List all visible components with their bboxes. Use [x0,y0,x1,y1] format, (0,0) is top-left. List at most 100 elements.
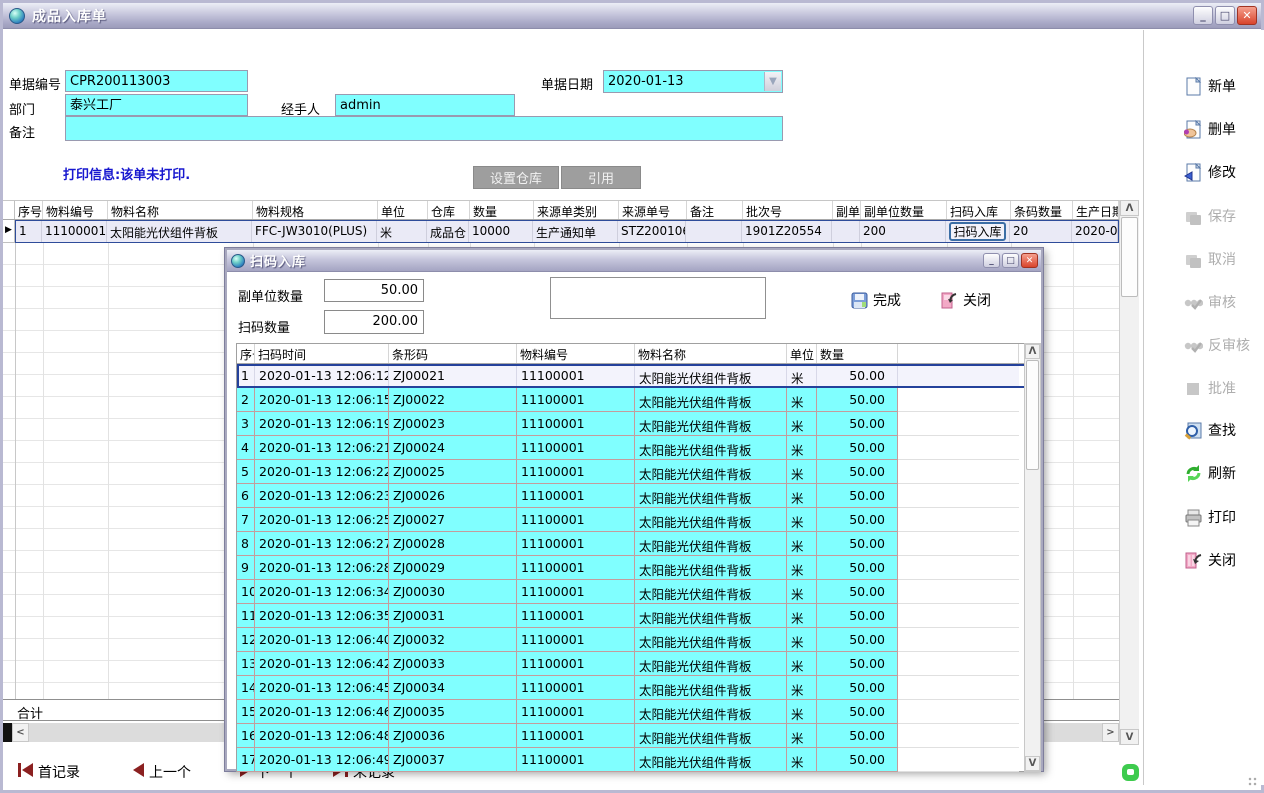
scroll-left-icon[interactable]: < [12,723,29,742]
close-button[interactable]: ✕ [1237,6,1257,25]
scan-inbound-cell-button[interactable]: 扫码入库 [949,222,1006,241]
table-row[interactable]: 52020-01-13 12:06:22ZJ0002511100001太阳能光伏… [237,460,1035,484]
table-row[interactable]: 12020-01-13 12:06:12ZJ0002111100001太阳能光伏… [237,364,1035,388]
cell: 太阳能光伏组件背板 [635,628,787,652]
table-row[interactable]: 142020-01-13 12:06:45ZJ0003411100001太阳能光… [237,676,1035,700]
table-row[interactable]: 92020-01-13 12:06:28ZJ0002911100001太阳能光伏… [237,556,1035,580]
scrollbar-thumb[interactable] [1121,217,1138,297]
cell: 50.00 [817,700,898,724]
cell: ZJ00034 [389,676,517,700]
header-cell[interactable]: 物料编号 [43,201,108,219]
nav-first-record[interactable]: 首记录 [18,762,80,782]
quote-button[interactable]: 引用 [561,166,641,189]
table-row[interactable]: 132020-01-13 12:06:42ZJ0003311100001太阳能光… [237,652,1035,676]
exit-door-icon [940,291,959,310]
barcode-scan-input[interactable] [550,277,766,319]
header-cell[interactable]: 副单位 [833,201,861,219]
dialog-maximize-button[interactable]: □ [1002,253,1019,268]
table-row[interactable]: 22020-01-13 12:06:15ZJ0002211100001太阳能光伏… [237,388,1035,412]
header-cell[interactable]: 物料编号 [517,344,635,363]
header-cell[interactable]: 物料规格 [253,201,378,219]
sub-qty-field[interactable]: 50.00 [324,279,424,302]
header-cell[interactable]: 序号 [237,344,255,363]
header-cell[interactable]: 数量 [817,344,898,363]
cell: 太阳能光伏组件背板 [635,460,787,484]
sidebar-button-3[interactable]: 修改 [1184,160,1236,184]
dialog-close-button[interactable]: ✕ [1021,253,1038,268]
vertical-scrollbar[interactable]: ᐱ ᐯ [1119,200,1139,745]
scan-table: 序号扫码时间条形码物料编号物料名称单位数量 12020-01-13 12:06:… [236,343,1036,772]
header-cell[interactable]: 条形码 [389,344,517,363]
scroll-down-icon[interactable]: ᐯ [1120,729,1139,745]
table-row[interactable]: 162020-01-13 12:06:48ZJ0003611100001太阳能光… [237,724,1035,748]
cell: 50.00 [817,748,898,772]
scrollbar-thumb[interactable] [1026,360,1039,470]
doc-date-combobox[interactable]: 2020-01-13 ▼ [603,70,783,93]
header-cell[interactable]: 条码数量 [1011,201,1073,219]
table-row[interactable]: 82020-01-13 12:06:27ZJ0002811100001太阳能光伏… [237,532,1035,556]
remark-field[interactable] [65,116,783,141]
header-cell[interactable]: 扫码时间 [255,344,389,363]
cell: 米 [787,508,817,532]
dept-field[interactable]: 泰兴工厂 [65,94,248,116]
resize-grip[interactable] [1247,776,1259,788]
finish-button[interactable]: 完成 [850,290,901,310]
doc-date-label: 单据日期 [541,74,593,93]
header-cell[interactable]: 物料名称 [108,201,253,219]
cell: ZJ00037 [389,748,517,772]
table-row[interactable]: ▶ 111100001太阳能光伏组件背板FFC-JW3010(PLUS)米成品仓… [3,220,1119,243]
header-cell[interactable]: 数量 [470,201,534,219]
sidebar-button-12[interactable]: 关闭 [1184,548,1236,572]
scroll-up-icon[interactable]: ᐱ [1025,344,1040,359]
header-cell[interactable]: 备注 [687,201,743,219]
scroll-right-icon[interactable]: > [1102,723,1119,742]
table-row[interactable]: 122020-01-13 12:06:40ZJ0003211100001太阳能光… [237,628,1035,652]
header-cell[interactable]: 副单位数量 [861,201,947,219]
sidebar-button-10[interactable]: 刷新 [1184,461,1236,485]
header-cell[interactable]: 扫码入库 [947,201,1011,219]
header-cell[interactable]: 物料名称 [635,344,787,363]
sidebar-button-9[interactable]: 查找 [1184,418,1236,442]
scan-qty-field[interactable]: 200.00 [324,310,424,334]
cell: 200 [860,221,946,242]
handler-field[interactable]: admin [335,94,515,116]
table-row[interactable]: 172020-01-13 12:06:49ZJ0003711100001太阳能光… [237,748,1035,772]
header-cell[interactable]: 来源单类别 [534,201,619,219]
table-row[interactable]: 72020-01-13 12:06:25ZJ0002711100001太阳能光伏… [237,508,1035,532]
maximize-button[interactable]: □ [1215,6,1235,25]
dialog-vertical-scrollbar[interactable]: ᐱ ᐯ [1024,343,1041,772]
chevron-down-icon[interactable]: ▼ [764,72,781,91]
header-cell[interactable]: 序号 [15,201,43,219]
header-cell[interactable]: 单位 [378,201,428,219]
sidebar-button-2[interactable]: 删单 [1184,117,1236,141]
table-row[interactable]: 62020-01-13 12:06:23ZJ0002611100001太阳能光伏… [237,484,1035,508]
doc-no-field[interactable]: CPR200113003 [65,70,248,92]
table-row[interactable]: 102020-01-13 12:06:34ZJ0003011100001太阳能光… [237,580,1035,604]
header-cell[interactable] [898,344,1019,363]
save-disk-icon [850,291,869,310]
sidebar-button-11[interactable]: 打印 [1184,505,1236,529]
assistant-icon[interactable] [1122,764,1139,781]
table-row[interactable]: 112020-01-13 12:06:35ZJ0003111100001太阳能光… [237,604,1035,628]
header-cell[interactable]: 单位 [787,344,817,363]
dialog-minimize-button[interactable]: _ [983,253,1000,268]
sidebar-button-1[interactable]: 新单 [1184,74,1236,98]
header-cell[interactable]: 仓库 [428,201,470,219]
header-cell[interactable]: 来源单号 [619,201,687,219]
sidebar-button-7: 反审核 [1184,333,1250,357]
table-row[interactable]: 42020-01-13 12:06:21ZJ0002411100001太阳能光伏… [237,436,1035,460]
scroll-down-icon[interactable]: ᐯ [1025,756,1040,771]
header-cell[interactable]: 生产日期 [1073,201,1119,219]
cell: 米 [787,748,817,772]
set-warehouse-button[interactable]: 设置仓库 [473,166,559,189]
cell: 2020-01-13 12:06:28 [255,556,389,580]
scroll-up-icon[interactable]: ᐱ [1120,200,1139,216]
nav-previous[interactable]: 上一个 [133,762,191,782]
cell: 50.00 [817,436,898,460]
dialog-close-action-button[interactable]: 关闭 [940,290,991,310]
table-row[interactable]: 32020-01-13 12:06:19ZJ0002311100001太阳能光伏… [237,412,1035,436]
table-row[interactable]: 152020-01-13 12:06:46ZJ0003511100001太阳能光… [237,700,1035,724]
minimize-button[interactable]: _ [1193,6,1213,25]
cell: 米 [787,364,817,388]
header-cell[interactable]: 批次号 [743,201,833,219]
